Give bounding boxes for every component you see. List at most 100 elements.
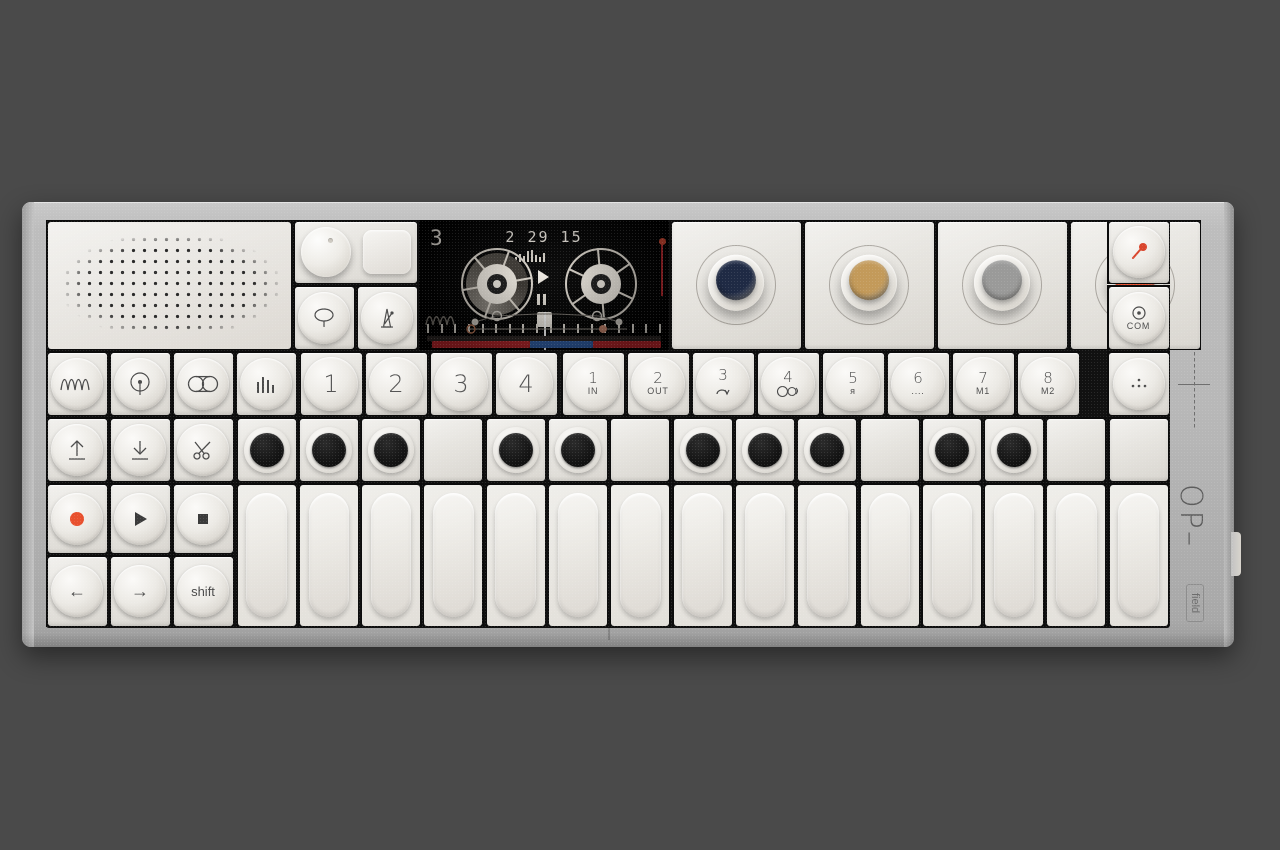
white-key-4-pad[interactable] xyxy=(424,484,483,626)
shift-key[interactable]: shift xyxy=(177,565,229,617)
white-key-1-cap[interactable] xyxy=(246,492,287,618)
white-key-8-pad[interactable] xyxy=(673,484,732,626)
white-key-4[interactable] xyxy=(422,483,484,627)
num-key-6[interactable]: 6.... xyxy=(891,356,945,411)
white-key-3[interactable] xyxy=(360,483,422,627)
black-key-9[interactable] xyxy=(734,417,796,482)
drum-key[interactable] xyxy=(114,357,166,410)
mic-key-cell[interactable] xyxy=(1107,220,1170,284)
black-key-13[interactable] xyxy=(983,417,1045,482)
white-key-10[interactable] xyxy=(796,483,858,627)
lift-key-cell[interactable] xyxy=(46,417,108,482)
black-key-6-cap[interactable] xyxy=(555,426,602,473)
stop-button-cell[interactable] xyxy=(172,483,234,554)
black-key-6[interactable] xyxy=(547,417,609,482)
drop-key[interactable] xyxy=(114,423,166,476)
white-key-9-pad[interactable] xyxy=(735,484,794,626)
arrow-left-key-cell[interactable]: ← xyxy=(46,555,108,627)
num-key-1[interactable]: 1 IN xyxy=(566,356,620,411)
track-key-2-cell[interactable]: 2 xyxy=(364,351,428,416)
num-key-5[interactable]: 5я xyxy=(826,356,880,411)
black-key-2[interactable] xyxy=(298,417,360,482)
num-key-7[interactable]: 7 M1 xyxy=(956,356,1010,411)
record-button-cell[interactable] xyxy=(46,483,108,554)
encoder-blue-cell[interactable] xyxy=(670,220,802,350)
scissors-key-cell[interactable] xyxy=(172,417,234,482)
arrow-right-key[interactable]: → xyxy=(114,565,166,617)
black-key-8[interactable] xyxy=(672,417,734,482)
play-button-cell[interactable] xyxy=(109,483,171,554)
track-key-4-cell[interactable]: 4 xyxy=(494,351,558,416)
white-key-12-cap[interactable] xyxy=(931,492,973,618)
black-key-2-cap[interactable] xyxy=(305,426,352,473)
white-key-2-pad[interactable] xyxy=(299,484,358,626)
white-key-15-pad[interactable] xyxy=(1109,484,1168,626)
sequencer-key[interactable] xyxy=(1112,357,1165,410)
arrow-right-key-cell[interactable]: → xyxy=(109,555,171,627)
white-key-15-cap[interactable] xyxy=(1118,492,1160,618)
white-key-9-cap[interactable] xyxy=(744,492,786,618)
display-screen[interactable]: 3 2 29 15 xyxy=(419,220,669,350)
mixer-key[interactable] xyxy=(240,357,292,410)
encoder-gold-cap[interactable] xyxy=(849,260,889,301)
tape-key-cell[interactable] xyxy=(172,351,234,416)
white-key-3-cap[interactable] xyxy=(370,492,412,618)
white-key-6-cap[interactable] xyxy=(557,492,599,618)
white-key-8[interactable] xyxy=(672,483,734,627)
drop-key-cell[interactable] xyxy=(109,417,171,482)
blank-pad[interactable] xyxy=(362,230,411,274)
white-key-6-pad[interactable] xyxy=(549,484,608,626)
black-key-1[interactable] xyxy=(236,417,298,482)
track-key-1-cell[interactable]: 1 xyxy=(299,351,363,416)
white-key-5[interactable] xyxy=(485,483,547,627)
white-key-1-pad[interactable] xyxy=(237,484,296,626)
black-key-10-cap[interactable] xyxy=(804,426,851,473)
white-key-3-pad[interactable] xyxy=(362,484,421,626)
sequencer-key-cell[interactable] xyxy=(1107,351,1170,416)
arrow-left-key[interactable]: ← xyxy=(51,565,103,617)
white-key-7-cap[interactable] xyxy=(620,492,661,618)
track-key-3[interactable]: 3 xyxy=(434,356,488,411)
black-key-3-cap[interactable] xyxy=(368,426,415,473)
com-key[interactable]: COM xyxy=(1112,291,1165,344)
white-key-14[interactable] xyxy=(1045,483,1107,627)
white-key-13[interactable] xyxy=(983,483,1045,627)
black-key-1-cap[interactable] xyxy=(243,426,290,473)
num-key-1-cell[interactable]: 1 IN xyxy=(561,351,625,416)
lift-key[interactable] xyxy=(51,423,103,476)
white-key-6[interactable] xyxy=(547,483,609,627)
white-key-14-pad[interactable] xyxy=(1047,484,1106,626)
num-key-8-cell[interactable]: 8 M2 xyxy=(1016,351,1080,416)
white-key-8-cap[interactable] xyxy=(682,492,723,618)
black-key-10[interactable] xyxy=(796,417,858,482)
white-key-5-pad[interactable] xyxy=(486,484,545,626)
synth-key-cell[interactable] xyxy=(46,351,108,416)
white-key-1[interactable] xyxy=(236,483,298,627)
metronome-key-cell[interactable] xyxy=(356,285,418,350)
white-key-7[interactable] xyxy=(609,483,671,627)
stop-button[interactable] xyxy=(177,492,229,545)
black-key-3[interactable] xyxy=(360,417,422,482)
num-key-4-cell[interactable]: 4 xyxy=(756,351,820,416)
white-key-15[interactable] xyxy=(1108,483,1170,627)
encoder-gray-cell[interactable] xyxy=(936,220,1068,350)
num-key-7-cell[interactable]: 7 M1 xyxy=(951,351,1015,416)
white-key-12-pad[interactable] xyxy=(922,484,981,626)
white-key-7-pad[interactable] xyxy=(611,484,670,626)
black-key-12[interactable] xyxy=(921,417,983,482)
black-key-9-cap[interactable] xyxy=(741,426,788,473)
num-key-8[interactable]: 8 M2 xyxy=(1021,356,1075,411)
mixer-key-cell[interactable] xyxy=(235,351,297,416)
white-key-13-cap[interactable] xyxy=(993,492,1035,618)
num-key-3[interactable]: 3 xyxy=(696,356,750,411)
synth-key[interactable] xyxy=(51,357,103,410)
num-key-3-cell[interactable]: 3 xyxy=(691,351,755,416)
black-key-5-cap[interactable] xyxy=(492,426,539,473)
black-key-12-cap[interactable] xyxy=(928,426,975,473)
white-key-11[interactable] xyxy=(859,483,921,627)
encoder-gray-cap[interactable] xyxy=(982,260,1022,301)
white-key-2[interactable] xyxy=(298,483,360,627)
white-key-13-pad[interactable] xyxy=(985,484,1044,626)
white-key-10-cap[interactable] xyxy=(806,492,848,618)
num-key-4[interactable]: 4 xyxy=(761,356,815,411)
